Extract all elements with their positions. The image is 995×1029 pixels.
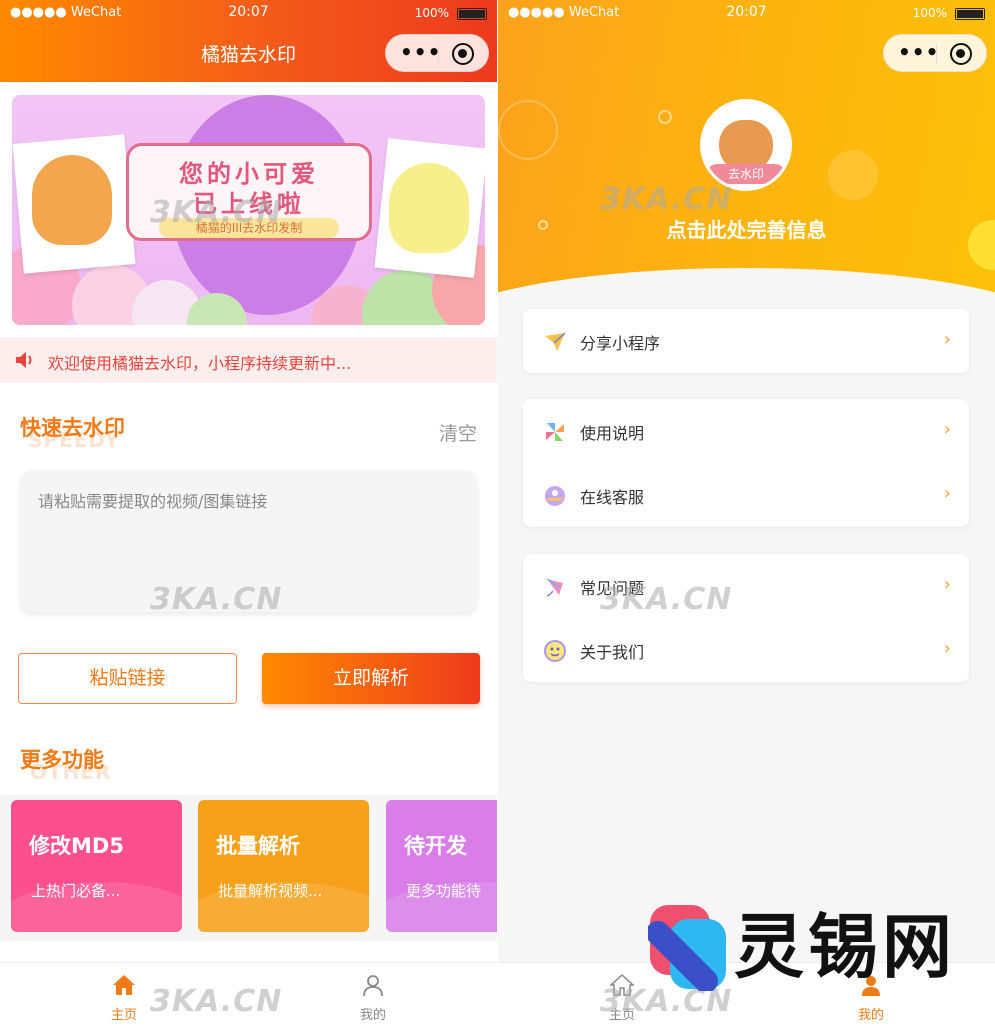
link-input-placeholder: 请粘贴需要提取的视频/图集链接 — [38, 492, 268, 511]
service-icon — [545, 486, 565, 506]
chevron-right-icon: › — [943, 574, 951, 595]
notice-text: 欢迎使用橘猫去水印，小程序持续更新中... — [48, 354, 352, 373]
more-icon[interactable]: ••• — [898, 42, 939, 62]
capsule-divider — [438, 44, 439, 64]
deco-molecule — [828, 150, 878, 200]
section-title: 更多功能 — [20, 748, 104, 772]
feature-title: 批量解析 — [216, 834, 300, 858]
brand-mark-icon — [648, 905, 726, 991]
clear-button[interactable]: 清空 — [439, 419, 477, 446]
home-icon — [113, 975, 135, 995]
chevron-right-icon: › — [943, 638, 951, 659]
menu-item-faq[interactable]: 常见问题 › — [523, 554, 969, 618]
mini-program-capsule: ••• — [385, 34, 489, 72]
status-bar: ●●●●● WeChat 20:07 100% — [498, 0, 995, 28]
watermark: 3KA.CN — [600, 182, 733, 217]
user-icon — [363, 975, 383, 997]
section-title: 快速去水印 — [20, 416, 125, 440]
profile-screen: ●●●●● WeChat 20:07 100% ••• 去水印 点击此处完善信息… — [498, 0, 995, 1029]
notice-bar: 欢迎使用橘猫去水印，小程序持续更新中... — [0, 337, 497, 383]
tab-mine[interactable]: 我的 — [323, 963, 423, 1029]
more-icon[interactable]: ••• — [400, 42, 441, 62]
capsule-divider — [936, 44, 937, 64]
menu-item-service[interactable]: 在线客服 › — [523, 463, 969, 527]
tab-label: 我的 — [359, 1008, 386, 1023]
battery-percent: 100% — [912, 6, 947, 20]
kite-icon — [546, 578, 563, 597]
status-bar: ●●●●● WeChat 20:07 100% — [0, 0, 497, 28]
chevron-right-icon: › — [943, 419, 951, 440]
speaker-icon — [16, 352, 32, 368]
deco-dot — [658, 110, 672, 124]
avatar[interactable]: 去水印 — [700, 99, 792, 191]
menu-card: 分享小程序 › — [523, 309, 969, 373]
close-target-icon[interactable] — [452, 43, 474, 65]
feature-subtitle: 上热门必备... — [31, 882, 121, 900]
menu-label: 关于我们 — [580, 643, 645, 662]
tab-label: 我的 — [857, 1008, 884, 1023]
watermark: 3KA.CN — [600, 582, 733, 617]
menu-item-about[interactable]: 关于我们 › — [523, 618, 969, 682]
deco-molecule — [498, 100, 558, 160]
paper-plane-icon — [545, 332, 566, 351]
brand-name: 灵锡网 — [734, 906, 956, 988]
avatar-label: 去水印 — [707, 164, 785, 184]
chevron-right-icon: › — [943, 329, 951, 350]
menu-label: 使用说明 — [580, 424, 645, 443]
battery-icon — [457, 8, 487, 20]
menu-item-guide[interactable]: 使用说明 › — [523, 399, 969, 463]
feature-card-batch[interactable]: 批量解析 批量解析视频... — [198, 800, 369, 932]
profile-header: ●●●●● WeChat 20:07 100% ••• 去水印 点击此处完善信息 — [498, 0, 995, 388]
battery-percent: 100% — [414, 6, 449, 20]
smile-icon — [544, 640, 566, 662]
parse-button[interactable]: 立即解析 — [262, 653, 480, 704]
mini-program-capsule: ••• — [883, 34, 987, 72]
nav-bar: ●●●●● WeChat 20:07 100% 橘猫去水印 ••• — [0, 0, 497, 82]
feature-title: 待开发 — [404, 834, 467, 858]
feature-card-todo[interactable]: 待开发 更多功能待 — [386, 800, 497, 932]
pinwheel-icon — [546, 423, 564, 441]
menu-card: 常见问题 › 关于我们 › — [523, 554, 969, 682]
menu-card: 使用说明 › 在线客服 › — [523, 399, 969, 527]
close-target-icon[interactable] — [950, 43, 972, 65]
feature-subtitle: 更多功能待 — [406, 882, 482, 900]
paste-link-button[interactable]: 粘贴链接 — [18, 653, 237, 704]
menu-label: 在线客服 — [580, 488, 645, 507]
watermark: 3KA.CN — [150, 582, 283, 617]
watermark: 3KA.CN — [150, 984, 283, 1019]
feature-subtitle: 批量解析视频... — [218, 882, 323, 900]
menu-label: 分享小程序 — [580, 334, 661, 353]
battery-icon — [955, 8, 985, 20]
feature-card-md5[interactable]: 修改MD5 上热门必备... — [11, 800, 182, 932]
dog-illustration — [32, 155, 112, 245]
complete-profile-link[interactable]: 点击此处完善信息 — [498, 214, 995, 243]
brand-logo: 灵锡网 — [648, 903, 958, 993]
watermark: 3KA.CN — [150, 195, 283, 230]
feature-title: 修改MD5 — [29, 834, 124, 858]
chevron-right-icon: › — [943, 483, 951, 504]
menu-item-share[interactable]: 分享小程序 › — [523, 309, 969, 373]
feature-carousel[interactable]: 修改MD5 上热门必备... 批量解析 批量解析视频... 待开发 更多功能待 — [0, 795, 497, 941]
home-screen: ●●●●● WeChat 20:07 100% 橘猫去水印 ••• 您的小可爱 … — [0, 0, 497, 1029]
cat-illustration — [389, 163, 469, 253]
